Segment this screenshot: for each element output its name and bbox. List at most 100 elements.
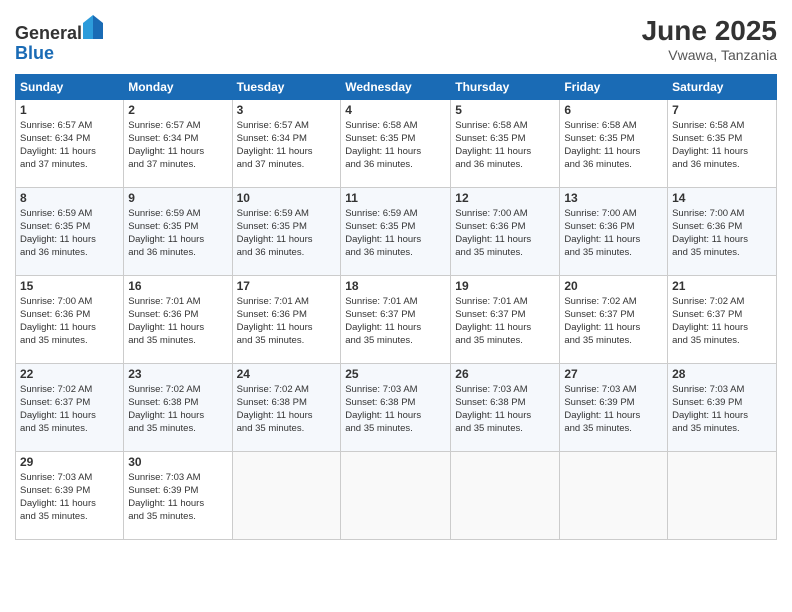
- calendar-day-cell: 18 Sunrise: 7:01 AM Sunset: 6:37 PM Dayli…: [341, 275, 451, 363]
- calendar-day-header: Thursday: [451, 74, 560, 99]
- calendar-day-header: Saturday: [668, 74, 777, 99]
- day-info: Sunrise: 6:57 AM Sunset: 6:34 PM Dayligh…: [237, 119, 337, 172]
- day-info: Sunrise: 7:02 AM Sunset: 6:37 PM Dayligh…: [672, 295, 772, 348]
- day-info: Sunrise: 7:01 AM Sunset: 6:37 PM Dayligh…: [345, 295, 446, 348]
- day-number: 11: [345, 191, 446, 205]
- calendar-day-cell: 6 Sunrise: 6:58 AM Sunset: 6:35 PM Daylig…: [560, 99, 668, 187]
- title-block: June 2025 Vwawa, Tanzania: [642, 15, 777, 63]
- calendar-week-row: 15 Sunrise: 7:00 AM Sunset: 6:36 PM Dayli…: [16, 275, 777, 363]
- day-number: 8: [20, 191, 119, 205]
- day-number: 24: [237, 367, 337, 381]
- day-info: Sunrise: 7:02 AM Sunset: 6:37 PM Dayligh…: [564, 295, 663, 348]
- calendar-day-cell: 9 Sunrise: 6:59 AM Sunset: 6:35 PM Daylig…: [124, 187, 232, 275]
- logo: General Blue: [15, 15, 103, 64]
- day-info: Sunrise: 7:00 AM Sunset: 6:36 PM Dayligh…: [672, 207, 772, 260]
- day-number: 18: [345, 279, 446, 293]
- calendar-day-cell: 25 Sunrise: 7:03 AM Sunset: 6:38 PM Dayli…: [341, 363, 451, 451]
- calendar-day-cell: 28 Sunrise: 7:03 AM Sunset: 6:39 PM Dayli…: [668, 363, 777, 451]
- calendar-day-cell: 10 Sunrise: 6:59 AM Sunset: 6:35 PM Dayli…: [232, 187, 341, 275]
- calendar-day-cell: 7Sunrise: 6:58 AM Sunset: 6:35 PM Daylig…: [668, 99, 777, 187]
- day-info: Sunrise: 6:59 AM Sunset: 6:35 PM Dayligh…: [345, 207, 446, 260]
- day-number: 25: [345, 367, 446, 381]
- day-info: Sunrise: 6:59 AM Sunset: 6:35 PM Dayligh…: [20, 207, 119, 260]
- calendar-week-row: 8 Sunrise: 6:59 AM Sunset: 6:35 PM Daylig…: [16, 187, 777, 275]
- day-info: Sunrise: 7:00 AM Sunset: 6:36 PM Dayligh…: [455, 207, 555, 260]
- calendar-day-header: Friday: [560, 74, 668, 99]
- calendar-day-cell: 15 Sunrise: 7:00 AM Sunset: 6:36 PM Dayli…: [16, 275, 124, 363]
- calendar-day-cell: 1 Sunrise: 6:57 AM Sunset: 6:34 PM Daylig…: [16, 99, 124, 187]
- day-number: 15: [20, 279, 119, 293]
- day-number: 10: [237, 191, 337, 205]
- calendar-day-cell: 16 Sunrise: 7:01 AM Sunset: 6:36 PM Dayli…: [124, 275, 232, 363]
- day-number: 22: [20, 367, 119, 381]
- calendar-day-cell: 26 Sunrise: 7:03 AM Sunset: 6:38 PM Dayli…: [451, 363, 560, 451]
- day-info: Sunrise: 7:03 AM Sunset: 6:39 PM Dayligh…: [128, 471, 227, 524]
- calendar-day-cell: 20 Sunrise: 7:02 AM Sunset: 6:37 PM Dayli…: [560, 275, 668, 363]
- calendar-day-cell: 21 Sunrise: 7:02 AM Sunset: 6:37 PM Dayli…: [668, 275, 777, 363]
- day-number: 21: [672, 279, 772, 293]
- day-number: 12: [455, 191, 555, 205]
- day-info: Sunrise: 7:02 AM Sunset: 6:38 PM Dayligh…: [128, 383, 227, 436]
- day-info: Sunrise: 6:57 AM Sunset: 6:34 PM Dayligh…: [20, 119, 119, 172]
- day-info: Sunrise: 6:58 AM Sunset: 6:35 PM Dayligh…: [564, 119, 663, 172]
- day-info: Sunrise: 7:03 AM Sunset: 6:38 PM Dayligh…: [455, 383, 555, 436]
- day-info: Sunrise: 7:02 AM Sunset: 6:38 PM Dayligh…: [237, 383, 337, 436]
- day-info: Sunrise: 7:01 AM Sunset: 6:36 PM Dayligh…: [128, 295, 227, 348]
- calendar-day-cell: 30 Sunrise: 7:03 AM Sunset: 6:39 PM Dayli…: [124, 451, 232, 539]
- calendar-day-cell: 5Sunrise: 6:58 AM Sunset: 6:35 PM Daylig…: [451, 99, 560, 187]
- day-info: Sunrise: 6:58 AM Sunset: 6:35 PM Dayligh…: [455, 119, 555, 172]
- day-info: Sunrise: 7:00 AM Sunset: 6:36 PM Dayligh…: [20, 295, 119, 348]
- day-number: 13: [564, 191, 663, 205]
- day-info: Sunrise: 6:59 AM Sunset: 6:35 PM Dayligh…: [128, 207, 227, 260]
- calendar-week-row: 1 Sunrise: 6:57 AM Sunset: 6:34 PM Daylig…: [16, 99, 777, 187]
- calendar-day-cell: [451, 451, 560, 539]
- calendar-week-row: 29 Sunrise: 7:03 AM Sunset: 6:39 PM Dayli…: [16, 451, 777, 539]
- day-number: 26: [455, 367, 555, 381]
- day-number: 6: [564, 103, 663, 117]
- calendar-day-cell: 3 Sunrise: 6:57 AM Sunset: 6:34 PM Daylig…: [232, 99, 341, 187]
- calendar-day-cell: 27Sunrise: 7:03 AM Sunset: 6:39 PM Dayli…: [560, 363, 668, 451]
- day-number: 20: [564, 279, 663, 293]
- day-info: Sunrise: 7:02 AM Sunset: 6:37 PM Dayligh…: [20, 383, 119, 436]
- logo-blue: Blue: [15, 43, 54, 63]
- day-info: Sunrise: 7:03 AM Sunset: 6:39 PM Dayligh…: [672, 383, 772, 436]
- page: General Blue June 2025 Vwawa, Tanzania S…: [0, 0, 792, 612]
- calendar-day-cell: 19Sunrise: 7:01 AM Sunset: 6:37 PM Dayli…: [451, 275, 560, 363]
- calendar-day-cell: [232, 451, 341, 539]
- day-number: 30: [128, 455, 227, 469]
- day-number: 4: [345, 103, 446, 117]
- header: General Blue June 2025 Vwawa, Tanzania: [15, 15, 777, 64]
- calendar-day-cell: [668, 451, 777, 539]
- calendar-day-header: Wednesday: [341, 74, 451, 99]
- day-number: 3: [237, 103, 337, 117]
- calendar-day-cell: 22 Sunrise: 7:02 AM Sunset: 6:37 PM Dayli…: [16, 363, 124, 451]
- calendar-day-cell: 4Sunrise: 6:58 AM Sunset: 6:35 PM Daylig…: [341, 99, 451, 187]
- calendar-day-cell: 14 Sunrise: 7:00 AM Sunset: 6:36 PM Dayli…: [668, 187, 777, 275]
- logo-icon: [83, 15, 103, 39]
- day-number: 29: [20, 455, 119, 469]
- day-number: 16: [128, 279, 227, 293]
- day-info: Sunrise: 6:58 AM Sunset: 6:35 PM Dayligh…: [672, 119, 772, 172]
- day-number: 28: [672, 367, 772, 381]
- location: Vwawa, Tanzania: [642, 47, 777, 63]
- day-info: Sunrise: 7:03 AM Sunset: 6:38 PM Dayligh…: [345, 383, 446, 436]
- calendar-day-header: Sunday: [16, 74, 124, 99]
- day-number: 1: [20, 103, 119, 117]
- calendar-day-header: Tuesday: [232, 74, 341, 99]
- calendar-day-cell: 13 Sunrise: 7:00 AM Sunset: 6:36 PM Dayli…: [560, 187, 668, 275]
- day-number: 14: [672, 191, 772, 205]
- day-info: Sunrise: 7:00 AM Sunset: 6:36 PM Dayligh…: [564, 207, 663, 260]
- day-info: Sunrise: 7:01 AM Sunset: 6:36 PM Dayligh…: [237, 295, 337, 348]
- calendar-day-cell: [560, 451, 668, 539]
- calendar-day-cell: 11 Sunrise: 6:59 AM Sunset: 6:35 PM Dayli…: [341, 187, 451, 275]
- day-info: Sunrise: 6:59 AM Sunset: 6:35 PM Dayligh…: [237, 207, 337, 260]
- calendar-day-cell: 8 Sunrise: 6:59 AM Sunset: 6:35 PM Daylig…: [16, 187, 124, 275]
- calendar-day-cell: 24 Sunrise: 7:02 AM Sunset: 6:38 PM Dayli…: [232, 363, 341, 451]
- calendar-header-row: SundayMondayTuesdayWednesdayThursdayFrid…: [16, 74, 777, 99]
- logo-text: General: [15, 15, 103, 44]
- day-number: 9: [128, 191, 227, 205]
- day-info: Sunrise: 6:57 AM Sunset: 6:34 PM Dayligh…: [128, 119, 227, 172]
- day-info: Sunrise: 7:03 AM Sunset: 6:39 PM Dayligh…: [564, 383, 663, 436]
- month-title: June 2025: [642, 15, 777, 47]
- day-number: 23: [128, 367, 227, 381]
